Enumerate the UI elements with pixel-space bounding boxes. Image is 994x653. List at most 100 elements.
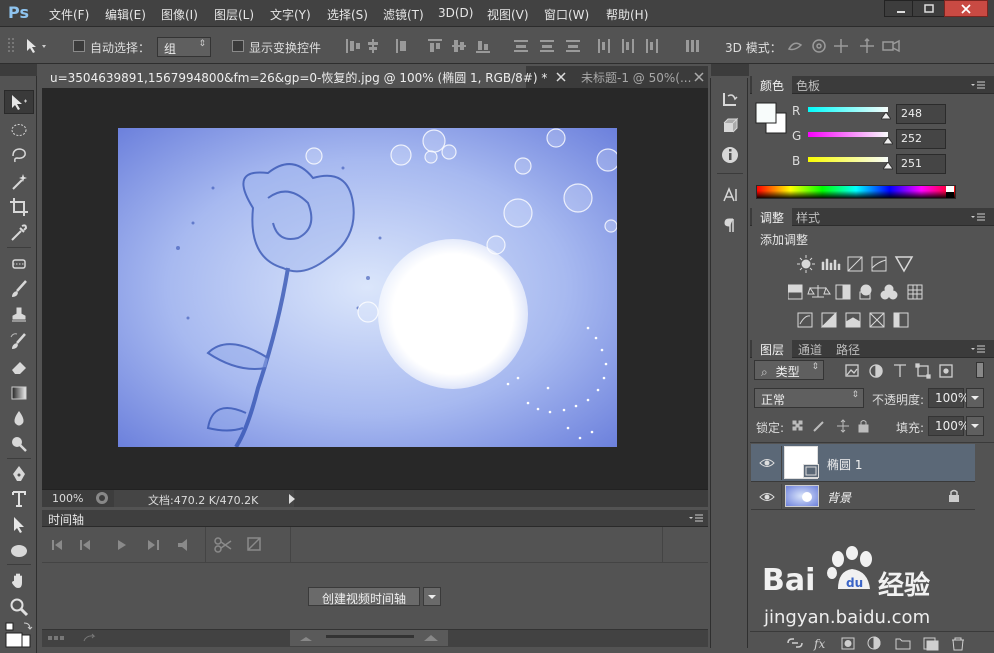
layer-row-ellipse[interactable]: 椭圆 1 — [751, 444, 975, 482]
dodge-tool-icon[interactable] — [9, 434, 29, 454]
layer-filter-dropdown[interactable]: ⌕ 类型 ⇕ — [754, 360, 824, 380]
b-slider[interactable] — [808, 157, 888, 162]
paragraph-icon[interactable] — [721, 216, 739, 234]
color-swatch-fg-bg[interactable] — [754, 102, 788, 134]
zoom-level[interactable]: 100% — [52, 492, 83, 505]
opacity-dropdown[interactable] — [966, 388, 984, 408]
adjustment-row-2-icons[interactable] — [788, 282, 938, 302]
brush-tool-icon[interactable] — [9, 279, 29, 299]
3d-properties-icon[interactable] — [721, 117, 739, 135]
tab-layers[interactable]: 图层 — [752, 340, 793, 358]
visibility-eye-icon[interactable] — [759, 457, 775, 469]
timeline-tab[interactable]: 时间轴 — [48, 511, 84, 528]
tab-adjustments[interactable]: 调整 — [752, 208, 793, 226]
g-slider-thumb[interactable] — [883, 137, 893, 145]
gradient-tool-icon[interactable] — [9, 383, 29, 403]
black-swatch[interactable] — [946, 192, 954, 198]
eyedropper-icon[interactable] — [9, 223, 29, 243]
show-transform-checkbox[interactable] — [232, 40, 244, 52]
hand-tool-icon[interactable] — [9, 571, 29, 591]
canvas-area[interactable] — [42, 88, 708, 489]
status-arrow-icon[interactable] — [287, 493, 297, 505]
playback-controls[interactable] — [50, 537, 200, 553]
visibility-eye-icon[interactable] — [759, 491, 775, 503]
r-slider-thumb[interactable] — [881, 112, 891, 120]
panel-menu-icon[interactable] — [970, 80, 986, 90]
layer-name[interactable]: 背景 — [827, 489, 851, 506]
timeline-footer-icons[interactable] — [48, 633, 108, 645]
close-tab-icon[interactable] — [694, 72, 704, 82]
tab-swatches[interactable]: 色板 — [788, 76, 828, 94]
opacity-input[interactable]: 100% — [928, 388, 969, 408]
move-tool-icon[interactable] — [9, 93, 29, 113]
menu-type[interactable]: 文字(Y) — [270, 6, 311, 23]
history-brush-icon[interactable] — [9, 331, 29, 351]
zoom-tool-icon[interactable] — [9, 597, 29, 617]
path-selection-icon[interactable] — [9, 515, 29, 535]
document-canvas[interactable] — [118, 128, 617, 447]
fill-input[interactable]: 100% — [928, 416, 969, 436]
menu-3d[interactable]: 3D(D) — [438, 6, 473, 20]
blur-tool-icon[interactable] — [9, 409, 29, 429]
crop-tool-icon[interactable] — [9, 197, 29, 217]
tab-color[interactable]: 颜色 — [752, 76, 793, 94]
layer-row-background[interactable]: 背景 — [751, 483, 975, 510]
adjustment-row-3-icons[interactable] — [796, 310, 916, 330]
align-distribute-icons[interactable] — [344, 37, 724, 55]
info-icon[interactable] — [721, 146, 739, 164]
panel-menu-icon[interactable] — [970, 212, 986, 222]
menu-window[interactable]: 窗口(W) — [544, 6, 589, 23]
layer-thumbnail-background[interactable] — [785, 485, 819, 507]
timeline-edit-icons[interactable] — [214, 536, 274, 554]
foreground-background-colors[interactable] — [4, 621, 34, 649]
menu-edit[interactable]: 编辑(E) — [105, 6, 146, 23]
menu-image[interactable]: 图像(I) — [161, 6, 198, 23]
maximize-button[interactable] — [912, 0, 946, 17]
g-slider[interactable] — [808, 132, 888, 137]
b-value-input[interactable]: 251 — [896, 154, 946, 174]
menu-help[interactable]: 帮助(H) — [606, 6, 648, 23]
tab-paths[interactable]: 路径 — [828, 340, 868, 358]
menu-layer[interactable]: 图层(L) — [214, 6, 254, 23]
fill-dropdown[interactable] — [966, 416, 984, 436]
auto-select-dropdown[interactable]: 组 ⇕ — [157, 37, 211, 57]
status-info-icon[interactable] — [95, 491, 109, 505]
menu-view[interactable]: 视图(V) — [487, 6, 529, 23]
magic-wand-icon[interactable] — [9, 172, 29, 192]
lasso-tool-icon[interactable] — [9, 146, 29, 166]
layer-action-icons[interactable]: fx — [786, 635, 986, 651]
history-icon[interactable] — [721, 90, 739, 108]
pen-tool-icon[interactable] — [9, 464, 29, 484]
elliptical-marquee-icon[interactable] — [9, 120, 29, 140]
layers-scrollbar[interactable] — [975, 444, 994, 631]
clone-stamp-icon[interactable] — [9, 305, 29, 325]
move-tool-preset-icon[interactable] — [24, 37, 50, 55]
menu-filter[interactable]: 滤镜(T) — [383, 6, 424, 23]
document-tab-inactive[interactable]: 未标题-1 @ 50%(... — [573, 66, 693, 88]
create-video-timeline-button[interactable]: 创建视频时间轴 — [308, 587, 420, 606]
eraser-tool-icon[interactable] — [9, 357, 29, 377]
panel-menu-icon[interactable] — [688, 513, 704, 523]
ellipse-tool-icon[interactable] — [9, 541, 29, 561]
healing-brush-icon[interactable] — [9, 254, 29, 274]
panel-menu-icon[interactable] — [970, 344, 986, 354]
tab-channels[interactable]: 通道 — [790, 340, 830, 358]
r-slider[interactable] — [808, 107, 888, 112]
timeline-zoom-slider[interactable] — [300, 633, 440, 643]
blend-mode-dropdown[interactable]: 正常 ⇕ — [754, 388, 864, 408]
create-timeline-dropdown[interactable] — [423, 587, 441, 606]
lock-options-icons[interactable] — [792, 419, 876, 433]
3d-mode-icons[interactable] — [785, 37, 905, 55]
filter-toggle-switch[interactable] — [976, 362, 984, 378]
color-spectrum-bar[interactable] — [756, 185, 956, 199]
menu-file[interactable]: 文件(F) — [49, 6, 89, 23]
menu-select[interactable]: 选择(S) — [327, 6, 368, 23]
close-tab-icon[interactable] — [556, 72, 566, 82]
b-slider-thumb[interactable] — [883, 162, 893, 170]
close-button[interactable] — [944, 0, 988, 17]
adjustment-row-1-icons[interactable] — [796, 254, 916, 274]
g-value-input[interactable]: 252 — [896, 129, 946, 149]
layer-filter-icons[interactable] — [844, 363, 964, 379]
tab-styles[interactable]: 样式 — [788, 208, 828, 226]
r-value-input[interactable]: 248 — [896, 104, 946, 124]
